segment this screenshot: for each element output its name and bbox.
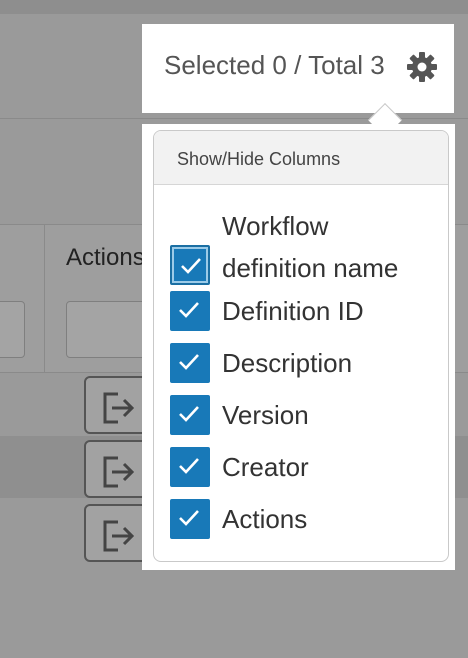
selection-count-text: Selected 0 / Total 3 (164, 50, 385, 81)
checkbox[interactable] (170, 343, 210, 383)
column-divider (44, 224, 45, 372)
column-label: Actions (222, 504, 308, 534)
check-icon (179, 406, 199, 422)
check-icon (179, 458, 199, 474)
column-label: Version (222, 400, 309, 430)
check-icon (179, 354, 199, 370)
column-label: Creator (222, 452, 309, 482)
selected-count: 0 (272, 50, 287, 80)
column-label: Definition ID (222, 296, 364, 326)
column-toggle-creator[interactable]: Creator (170, 445, 442, 489)
sign-out-icon (103, 520, 135, 552)
check-icon (181, 258, 201, 274)
checkbox[interactable] (170, 291, 210, 331)
column-toggle-description[interactable]: Description (170, 341, 442, 385)
checkbox[interactable] (170, 395, 210, 435)
column-label-line2: definition name (222, 253, 399, 283)
check-icon (179, 302, 199, 318)
sign-out-icon (103, 456, 135, 488)
selected-label: Selected (164, 50, 266, 80)
checkbox[interactable] (170, 447, 210, 487)
separator: / (294, 50, 302, 80)
selection-summary: Selected 0 / Total 3 (142, 24, 454, 113)
total-label: Total (308, 50, 364, 80)
check-icon (179, 510, 199, 526)
actions-column-header[interactable]: Actions (66, 244, 145, 272)
filter-input[interactable] (0, 301, 25, 358)
gear-icon (407, 52, 437, 82)
top-bar (0, 0, 468, 14)
column-settings-button[interactable] (406, 51, 438, 83)
sign-out-icon (103, 392, 135, 424)
total-count: 3 (370, 50, 385, 80)
show-hide-columns-popover: Show/Hide Columns Workflow definition na… (153, 130, 449, 562)
column-toggle-definition-id[interactable]: Definition ID (170, 289, 442, 333)
column-toggle-actions[interactable]: Actions (170, 497, 442, 541)
column-label: Workflow (222, 211, 329, 241)
checkbox[interactable] (170, 499, 210, 539)
checkbox[interactable] (170, 245, 210, 285)
popover-title: Show/Hide Columns (154, 131, 448, 185)
column-toggle-version[interactable]: Version (170, 393, 442, 437)
column-label: Description (222, 348, 353, 378)
page: Actions R R R Selected 0 / Total 3 (0, 0, 468, 658)
